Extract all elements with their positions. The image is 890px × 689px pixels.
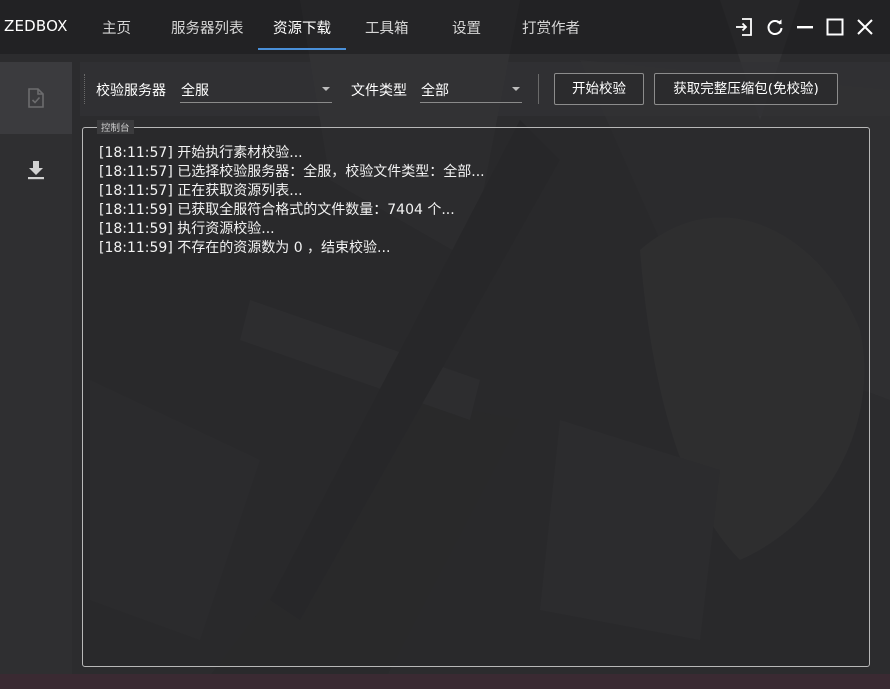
server-select[interactable]: 全服 bbox=[180, 76, 332, 103]
server-label: 校验服务器 bbox=[96, 83, 166, 99]
tab-donate[interactable]: 打赏作者 bbox=[522, 17, 580, 38]
exit-icon bbox=[736, 18, 752, 36]
maximize-button[interactable] bbox=[824, 16, 846, 38]
close-icon bbox=[857, 19, 873, 35]
log-line: [18:11:59] 执行资源校验... bbox=[99, 221, 275, 237]
start-verify-button[interactable]: 开始校验 bbox=[554, 73, 644, 105]
minimize-icon bbox=[797, 26, 813, 29]
verify-toolbar: 校验服务器 全服 文件类型 全部 开始校验 获取完整压缩包(免校验) bbox=[80, 62, 890, 116]
tab-server-list[interactable]: 服务器列表 bbox=[171, 17, 244, 38]
console-log: [18:11:57] 开始执行素材校验... [18:11:57] 已选择校验服… bbox=[99, 144, 859, 258]
log-line: [18:11:57] 开始执行素材校验... bbox=[99, 145, 303, 161]
filetype-label: 文件类型 bbox=[351, 83, 407, 99]
tab-settings[interactable]: 设置 bbox=[452, 17, 481, 38]
app-title: ZEDBOX bbox=[4, 17, 68, 35]
file-check-icon bbox=[28, 88, 44, 108]
filetype-select[interactable]: 全部 bbox=[420, 76, 522, 103]
console-title: 控制台 bbox=[97, 120, 134, 134]
log-line: [18:11:57] 已选择校验服务器：全服，校验文件类型：全部... bbox=[99, 164, 485, 180]
chevron-down-icon bbox=[322, 87, 330, 91]
log-line: [18:11:59] 已获取全服符合格式的文件数量：7404 个... bbox=[99, 202, 455, 218]
maximize-icon bbox=[826, 18, 844, 36]
sidebar-item-download[interactable] bbox=[24, 158, 48, 182]
side-rail bbox=[0, 62, 72, 674]
chevron-down-icon bbox=[512, 87, 520, 91]
active-tab-indicator bbox=[258, 48, 346, 50]
app-window: ZEDBOX 主页 服务器列表 资源下载 工具箱 设置 打赏作者 校验服务器 全… bbox=[0, 0, 890, 689]
log-line: [18:11:59] 不存在的资源数为 0 ，结束校验... bbox=[99, 240, 391, 256]
filetype-select-value: 全部 bbox=[421, 83, 449, 99]
server-select-value: 全服 bbox=[181, 83, 209, 99]
sidebar-item-file-check[interactable] bbox=[24, 86, 48, 110]
refresh-button[interactable] bbox=[764, 16, 786, 38]
minimize-button[interactable] bbox=[794, 16, 816, 38]
get-full-package-button[interactable]: 获取完整压缩包(免校验) bbox=[654, 73, 838, 105]
refresh-icon bbox=[767, 19, 783, 35]
exit-button[interactable] bbox=[733, 16, 755, 38]
toolbar-grip bbox=[84, 74, 85, 104]
console-panel[interactable]: 控制台 [18:11:57] 开始执行素材校验... [18:11:57] 已选… bbox=[82, 120, 870, 667]
close-button[interactable] bbox=[854, 16, 876, 38]
toolbar-separator bbox=[538, 74, 539, 104]
download-icon bbox=[28, 161, 44, 180]
top-bar: ZEDBOX 主页 服务器列表 资源下载 工具箱 设置 打赏作者 bbox=[0, 0, 890, 54]
bottom-background-strip bbox=[0, 674, 890, 689]
tab-home[interactable]: 主页 bbox=[102, 17, 131, 38]
tab-toolbox[interactable]: 工具箱 bbox=[365, 17, 409, 38]
log-line: [18:11:57] 正在获取资源列表... bbox=[99, 183, 303, 199]
tab-resource-download[interactable]: 资源下载 bbox=[273, 17, 331, 38]
